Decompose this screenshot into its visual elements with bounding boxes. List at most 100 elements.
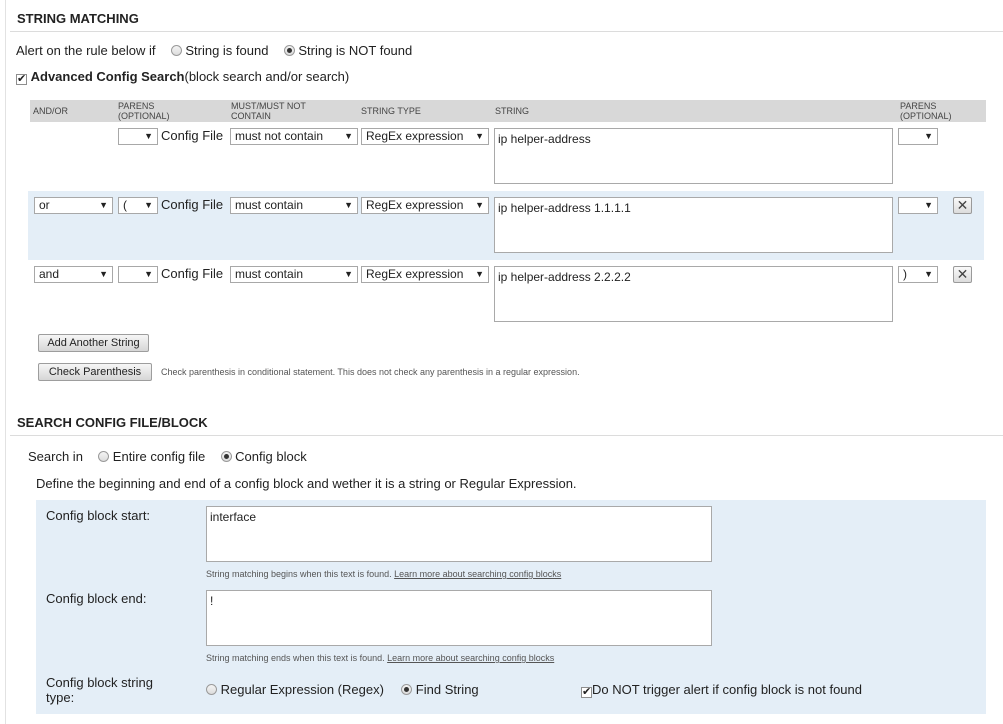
chevron-down-icon: ▼ (99, 269, 108, 279)
regex-label[interactable]: Regular Expression (Regex) (221, 682, 384, 697)
string-textarea[interactable]: ip helper-address (494, 128, 893, 184)
alert-not-found-radio[interactable] (283, 45, 295, 56)
chevron-down-icon: ▼ (475, 269, 484, 279)
col-must: MUST/MUST NOT CONTAIN (231, 101, 306, 121)
string-type-value: RegEx expression (366, 198, 464, 212)
alert-row: Alert on the rule below if String is fou… (16, 43, 412, 58)
must-select[interactable]: must contain ▼ (230, 197, 358, 214)
remove-row-button[interactable]: ✕ (953, 197, 972, 214)
paren-open-select[interactable]: (▼ (118, 197, 158, 214)
section-divider (10, 435, 1003, 436)
target-label: Config File (161, 266, 224, 281)
col-string: STRING (495, 106, 530, 116)
alert-found-label[interactable]: String is found (185, 43, 268, 58)
block-end-note: String matching ends when this text is f… (206, 653, 554, 663)
col-parens-close: PARENS (OPTIONAL) (900, 101, 952, 121)
check-icon: ✔ (582, 686, 592, 698)
alert-prefix: Alert on the rule below if (16, 43, 156, 58)
alert-found-radio[interactable] (170, 45, 182, 56)
block-type-label: Config block string type: (46, 675, 153, 705)
col-parens-open: PARENS (OPTIONAL) (118, 101, 170, 121)
chevron-down-icon: ▼ (924, 131, 933, 141)
andor-value: and (39, 267, 60, 281)
chevron-down-icon: ▼ (344, 200, 353, 210)
paren-close-value: ) (903, 267, 907, 281)
block-end-label: Config block end: (46, 591, 147, 606)
string-matching-title: STRING MATCHING (17, 11, 139, 26)
section-divider (10, 31, 1003, 32)
config-block-label[interactable]: Config block (235, 449, 307, 464)
find-string-label[interactable]: Find String (416, 682, 479, 697)
advanced-config-sublabel: (block search and/or search) (184, 69, 350, 84)
string-textarea[interactable]: ip helper-address 2.2.2.2 (494, 266, 893, 322)
close-icon: ✕ (956, 266, 969, 282)
chevron-down-icon: ▼ (475, 131, 484, 141)
chevron-down-icon: ▼ (144, 200, 153, 210)
paren-open-select[interactable]: ▼ (118, 128, 158, 145)
string-type-select[interactable]: RegEx expression ▼ (361, 128, 489, 145)
string-type-select[interactable]: RegEx expression ▼ (361, 197, 489, 214)
must-value: must not contain (235, 129, 324, 143)
must-value: must contain (235, 267, 304, 281)
block-start-textarea[interactable]: interface (206, 506, 712, 562)
block-type-label-line2: type: (46, 690, 75, 705)
andor-select[interactable]: and ▼ (34, 266, 113, 283)
paren-close-select[interactable]: ▼ (898, 128, 938, 145)
paren-open-value: ( (123, 198, 127, 212)
remove-row-button[interactable]: ✕ (953, 266, 972, 283)
check-parenthesis-note: Check parenthesis in conditional stateme… (161, 367, 580, 377)
alert-not-found-label[interactable]: String is NOT found (298, 43, 412, 58)
advanced-config-checkbox[interactable]: ✔ (16, 74, 27, 85)
search-in-row: Search in Entire config file Config bloc… (28, 449, 307, 464)
chevron-down-icon: ▼ (144, 131, 153, 141)
close-icon: ✕ (956, 197, 969, 213)
paren-close-select[interactable]: ▼ (898, 197, 938, 214)
string-type-value: RegEx expression (366, 267, 464, 281)
chevron-down-icon: ▼ (344, 269, 353, 279)
andor-select[interactable]: or ▼ (34, 197, 113, 214)
chevron-down-icon: ▼ (99, 200, 108, 210)
learn-more-link[interactable]: Learn more about searching config blocks (387, 653, 554, 663)
col-andor: AND/OR (33, 106, 69, 116)
string-textarea[interactable]: ip helper-address 1.1.1.1 (494, 197, 893, 253)
block-start-label: Config block start: (46, 508, 151, 523)
block-end-textarea[interactable]: ! (206, 590, 712, 646)
no-trigger-label[interactable]: Do NOT trigger alert if config block is … (592, 682, 862, 697)
string-grid-header: AND/OR PARENS (OPTIONAL) MUST/MUST NOT C… (30, 100, 986, 122)
config-block-radio[interactable] (220, 451, 232, 462)
chevron-down-icon: ▼ (144, 269, 153, 279)
paren-open-select[interactable]: ▼ (118, 266, 158, 283)
string-type-select[interactable]: RegEx expression ▼ (361, 266, 489, 283)
chevron-down-icon: ▼ (344, 131, 353, 141)
regex-radio[interactable] (206, 684, 217, 695)
entire-config-radio[interactable] (98, 451, 110, 462)
chevron-down-icon: ▼ (924, 200, 933, 210)
block-type-options: Regular Expression (Regex) Find String (206, 682, 479, 697)
define-text: Define the beginning and end of a config… (36, 476, 577, 491)
no-trigger-checkbox[interactable]: ✔ (581, 687, 592, 698)
left-border (5, 0, 6, 724)
must-select[interactable]: must contain ▼ (230, 266, 358, 283)
find-string-radio[interactable] (401, 684, 413, 695)
block-start-note-text: String matching begins when this text is… (206, 569, 392, 579)
block-type-label-line1: Config block string (46, 675, 153, 690)
andor-value: or (39, 198, 50, 212)
paren-close-select[interactable]: ) ▼ (898, 266, 938, 283)
no-trigger-row: ✔Do NOT trigger alert if config block is… (581, 682, 862, 698)
entire-config-label[interactable]: Entire config file (113, 449, 206, 464)
chevron-down-icon: ▼ (924, 269, 933, 279)
advanced-config-label: Advanced Config Search (30, 69, 185, 84)
learn-more-link[interactable]: Learn more about searching config blocks (394, 569, 561, 579)
advanced-config-row: ✔ Advanced Config Search(block search an… (16, 69, 349, 85)
block-start-note: String matching begins when this text is… (206, 569, 561, 579)
target-label: Config File (161, 128, 224, 143)
search-in-label: Search in (28, 449, 83, 464)
must-select[interactable]: must not contain ▼ (230, 128, 358, 145)
string-type-value: RegEx expression (366, 129, 464, 143)
target-label: Config File (161, 197, 224, 212)
add-string-button[interactable]: Add Another String (38, 334, 149, 352)
check-parenthesis-button[interactable]: Check Parenthesis (38, 363, 152, 381)
search-block-title: SEARCH CONFIG FILE/BLOCK (17, 415, 208, 430)
block-end-note-text: String matching ends when this text is f… (206, 653, 385, 663)
chevron-down-icon: ▼ (475, 200, 484, 210)
